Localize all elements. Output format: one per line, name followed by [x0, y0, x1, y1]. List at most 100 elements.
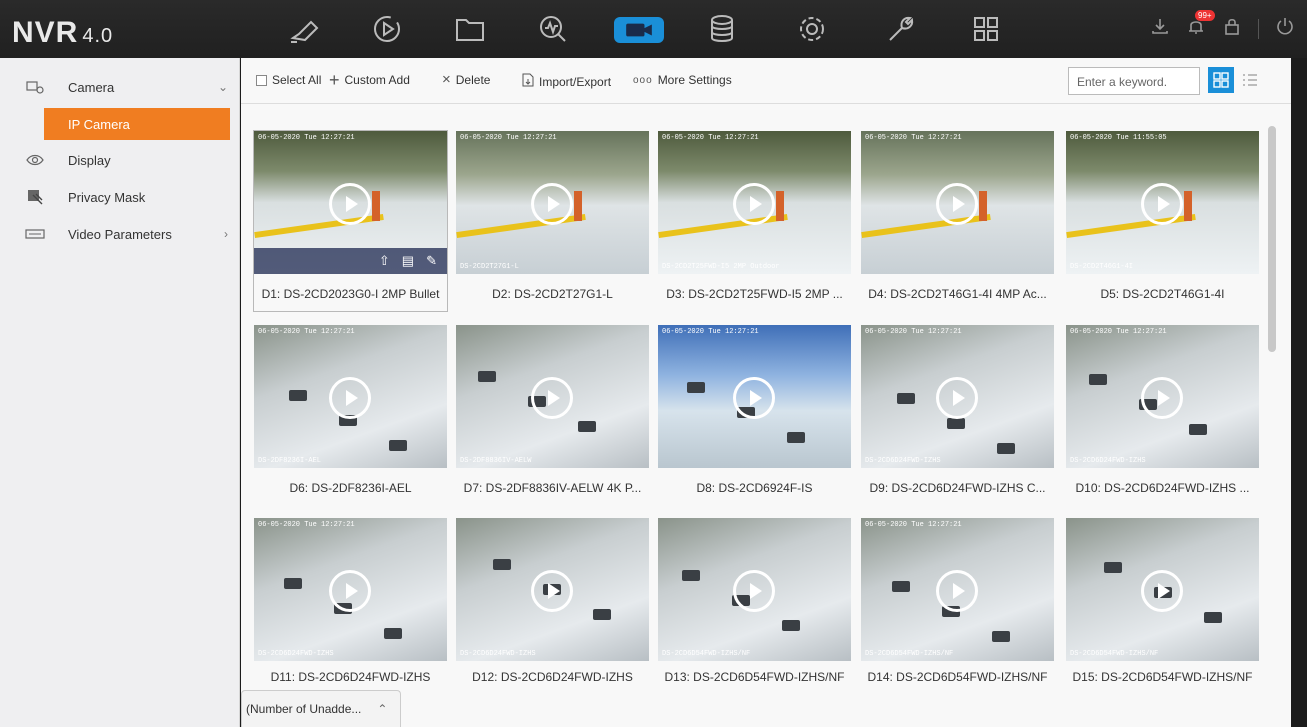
- left-sidebar: Camera ⌄ IP Camera Display Privacy Mask …: [0, 58, 240, 727]
- delete-button[interactable]: × Delete: [442, 72, 490, 87]
- camera-preview[interactable]: 06-05-2020 Tue 11:55:05 DS-2CD2T46G1-4I: [1066, 131, 1259, 274]
- video-parameters-icon: [24, 225, 46, 243]
- camera-action-bar: ⇧ ▤ ✎: [254, 248, 447, 274]
- camera-tile[interactable]: 06-05-2020 Tue 12:27:21 DS-2CD6D24FWD-IZH…: [254, 518, 447, 698]
- play-icon[interactable]: [733, 570, 775, 612]
- scene-vehicle: [892, 581, 910, 592]
- camera-preview[interactable]: DS-2CD6D54FWD-IZHS/NF: [658, 518, 851, 661]
- grid-view-button[interactable]: [1208, 67, 1234, 93]
- camera-caption: D3: DS-2CD2T25FWD-I5 2MP ...: [666, 287, 843, 301]
- custom-add-button[interactable]: + Custom Add: [329, 71, 410, 89]
- play-icon[interactable]: [1141, 570, 1183, 612]
- unadded-devices-tab[interactable]: (Number of Unadde... ⌃: [241, 690, 401, 727]
- play-icon[interactable]: [1141, 183, 1183, 225]
- scene-vehicle: [782, 620, 800, 631]
- camera-preview[interactable]: 06-05-2020 Tue 12:27:21: [861, 131, 1054, 274]
- camera-preview[interactable]: 06-05-2020 Tue 12:27:21 DS-2CD2T25FWD-I5 …: [658, 131, 851, 274]
- camera-preview[interactable]: DS-2CD6D54FWD-IZHS/NF: [1066, 518, 1259, 661]
- camera-tile[interactable]: DS-2CD6D24FWD-IZHS D12: DS-2CD6D24FWD-IZH…: [456, 518, 649, 698]
- upgrade-icon[interactable]: ⇧: [379, 253, 390, 269]
- grid-icon: [1213, 72, 1229, 88]
- scene-vehicle: [947, 418, 965, 429]
- sidebar-item-privacy-mask[interactable]: Privacy Mask: [0, 180, 240, 214]
- camera-preview[interactable]: 06-05-2020 Tue 12:27:21 ⇧ ▤ ✎: [254, 131, 447, 274]
- live-view-icon[interactable]: [282, 12, 326, 46]
- sidebar-subitem-ip-camera[interactable]: IP Camera: [44, 108, 230, 140]
- play-icon[interactable]: [733, 183, 775, 225]
- camera-osd-time: 06-05-2020 Tue 12:27:21: [865, 328, 962, 336]
- main-panel: Select All + Custom Add × Delete Import/Ex…: [241, 58, 1291, 727]
- camera-tile[interactable]: 06-05-2020 Tue 12:27:21 DS-2CD6D54FWD-IZH…: [861, 518, 1054, 698]
- scene-vehicle: [1089, 374, 1107, 385]
- camera-tile[interactable]: 06-05-2020 Tue 12:27:21 DS-2CD2T27G1-L D2:…: [456, 131, 649, 311]
- camera-tile[interactable]: DS-2CD6D54FWD-IZHS/NF D13: DS-2CD6D54FWD-…: [658, 518, 851, 698]
- download-icon[interactable]: [1150, 16, 1170, 41]
- camera-preview[interactable]: 06-05-2020 Tue 12:27:21 DS-2DF8236I-AEL: [254, 325, 447, 468]
- storage-icon[interactable]: [700, 12, 744, 46]
- camera-tile[interactable]: 06-05-2020 Tue 12:27:21 ⇧ ▤ ✎ D1: DS-2CD2023…: [253, 130, 448, 312]
- camera-tile[interactable]: DS-2CD6D54FWD-IZHS/NF D15: DS-2CD6D54FWD-…: [1066, 518, 1259, 698]
- play-icon[interactable]: [1141, 377, 1183, 419]
- play-icon[interactable]: [329, 377, 371, 419]
- camera-preview[interactable]: DS-2DF8836IV-AELW: [456, 325, 649, 468]
- file-icon[interactable]: [448, 12, 492, 46]
- sidebar-item-camera[interactable]: Camera ⌄: [0, 70, 240, 104]
- play-icon[interactable]: [329, 570, 371, 612]
- play-icon[interactable]: [936, 183, 978, 225]
- camera-tile[interactable]: 06-05-2020 Tue 12:27:21 DS-2CD2T25FWD-I5 …: [658, 131, 851, 311]
- sidebar-item-label: Video Parameters: [68, 226, 172, 242]
- list-icon: [1243, 74, 1257, 86]
- apps-icon[interactable]: [964, 12, 1008, 46]
- camera-preview[interactable]: 06-05-2020 Tue 12:27:21 DS-2CD6D24FWD-IZH…: [861, 325, 1054, 468]
- trash-icon[interactable]: ▤: [402, 253, 414, 269]
- lock-icon[interactable]: [1222, 16, 1242, 41]
- playback-icon[interactable]: [365, 12, 409, 46]
- camera-tile[interactable]: DS-2DF8836IV-AELW D7: DS-2DF8836IV-AELW 4…: [456, 325, 649, 505]
- camera-preview[interactable]: 06-05-2020 Tue 12:27:21 DS-2CD6D24FWD-IZH…: [1066, 325, 1259, 468]
- camera-osd-time: 06-05-2020 Tue 12:27:21: [662, 134, 759, 142]
- brand-name: NVR: [12, 16, 79, 49]
- scene-vehicle: [478, 371, 496, 382]
- camera-tile[interactable]: 06-05-2020 Tue 11:55:05 DS-2CD2T46G1-4I D5…: [1066, 131, 1259, 311]
- camera-preview[interactable]: 06-05-2020 Tue 12:27:21: [658, 325, 851, 468]
- vertical-scrollbar[interactable]: [1268, 126, 1276, 352]
- search-input[interactable]: Enter a keyword.: [1068, 67, 1200, 95]
- scene-vehicle: [389, 440, 407, 451]
- camera-caption: D10: DS-2CD6D24FWD-IZHS ...: [1075, 481, 1250, 495]
- power-icon[interactable]: [1275, 16, 1295, 41]
- camera-preview[interactable]: DS-2CD6D24FWD-IZHS: [456, 518, 649, 661]
- camera-tile[interactable]: 06-05-2020 Tue 12:27:21 DS-2DF8236I-AEL D6…: [254, 325, 447, 505]
- play-icon[interactable]: [936, 570, 978, 612]
- edit-icon[interactable]: ✎: [426, 253, 437, 269]
- chevron-down-icon: ⌄: [217, 80, 228, 94]
- list-view-button[interactable]: [1237, 67, 1263, 93]
- more-settings-button[interactable]: ooo More Settings: [633, 73, 732, 87]
- play-icon[interactable]: [329, 183, 371, 225]
- camera-tile[interactable]: 06-05-2020 Tue 12:27:21 D4: DS-2CD2T46G1-…: [861, 131, 1054, 311]
- system-config-icon[interactable]: [790, 12, 834, 46]
- sidebar-item-video-parameters[interactable]: Video Parameters ›: [0, 217, 240, 251]
- play-icon[interactable]: [531, 183, 573, 225]
- camera-icon[interactable]: [614, 17, 664, 43]
- play-icon[interactable]: [531, 377, 573, 419]
- camera-preview[interactable]: 06-05-2020 Tue 12:27:21 DS-2CD2T27G1-L: [456, 131, 649, 274]
- import-export-button[interactable]: Import/Export: [522, 73, 611, 90]
- scene-vehicle: [992, 631, 1010, 642]
- play-icon[interactable]: [733, 377, 775, 419]
- play-icon[interactable]: [936, 377, 978, 419]
- camera-tile[interactable]: 06-05-2020 Tue 12:27:21 D8: DS-2CD6924F-I…: [658, 325, 851, 505]
- top-nav-bar: NVR 4.0 99+: [0, 0, 1307, 58]
- camera-preview[interactable]: 06-05-2020 Tue 12:27:21 DS-2CD6D54FWD-IZH…: [861, 518, 1054, 661]
- play-icon[interactable]: [531, 570, 573, 612]
- camera-osd-name: DS-2CD6D54FWD-IZHS/NF: [865, 650, 954, 658]
- camera-preview[interactable]: 06-05-2020 Tue 12:27:21 DS-2CD6D24FWD-IZH…: [254, 518, 447, 661]
- select-all-checkbox[interactable]: Select All: [256, 73, 321, 87]
- sidebar-item-display[interactable]: Display: [0, 143, 240, 177]
- scene-vehicle: [787, 432, 805, 443]
- camera-caption: D5: DS-2CD2T46G1-4I: [1100, 287, 1225, 301]
- alarm-icon[interactable]: 99+: [1186, 10, 1215, 41]
- maintenance-icon[interactable]: [877, 12, 921, 46]
- smart-analysis-icon[interactable]: [531, 12, 575, 46]
- camera-tile[interactable]: 06-05-2020 Tue 12:27:21 DS-2CD6D24FWD-IZH…: [1066, 325, 1259, 505]
- camera-tile[interactable]: 06-05-2020 Tue 12:27:21 DS-2CD6D24FWD-IZH…: [861, 325, 1054, 505]
